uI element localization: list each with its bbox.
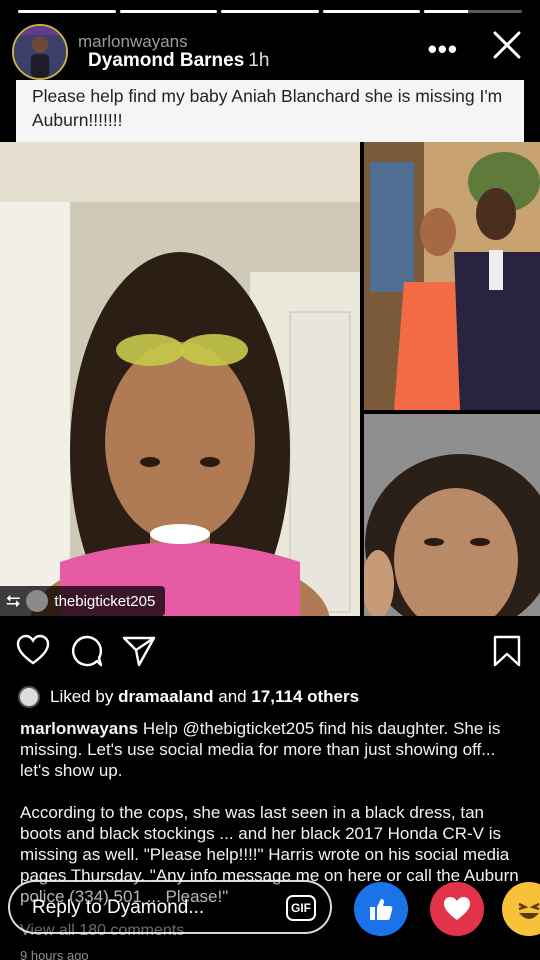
avatar-image: [14, 26, 66, 78]
close-icon[interactable]: [490, 28, 524, 62]
progress-fill: [18, 10, 116, 13]
selfie-photo: [364, 414, 540, 616]
gif-button[interactable]: GIF: [286, 895, 316, 921]
card-text: Please help find my baby Aniah Blanchard…: [32, 86, 503, 130]
progress-segment: [18, 10, 116, 13]
progress-segment: [322, 10, 421, 13]
progress-segment: [119, 10, 218, 13]
reply-placeholder: Reply to Dyamond...: [32, 897, 205, 918]
reply-input[interactable]: Reply to Dyamond... GIF: [8, 880, 332, 934]
portrait-image: [0, 142, 360, 616]
story-header: marlonwayans Dyamond Barnes 1h •••: [12, 24, 528, 80]
post-caption: marlonwayans Help @thebigticket205 find …: [20, 718, 526, 907]
heart-icon[interactable]: [16, 634, 50, 668]
love-reaction-button[interactable]: [430, 882, 484, 936]
heart-reaction-icon: [444, 897, 470, 920]
selfie-image: [364, 414, 540, 616]
comment-icon[interactable]: [70, 634, 104, 668]
progress-segment: [221, 10, 319, 13]
post-text-card: Please help find my baby Aniah Blanchard…: [16, 80, 524, 142]
progress-fill: [322, 10, 421, 13]
thumbs-up-icon: [370, 899, 393, 920]
post-time: 9 hours ago: [20, 948, 89, 960]
story-owner[interactable]: Dyamond Barnes 1h: [88, 50, 269, 72]
owner-name: Dyamond Barnes: [88, 50, 245, 71]
caption-username[interactable]: marlonwayans: [20, 719, 138, 738]
progress-segment: [424, 10, 522, 13]
repost-username: thebigticket205: [54, 592, 156, 610]
couple-image: [364, 142, 540, 410]
post-actions: [0, 634, 540, 670]
progress-fill: [119, 10, 218, 13]
story-time: 1h: [248, 50, 270, 71]
likes-and: and: [218, 687, 247, 706]
bookmark-icon[interactable]: [490, 634, 524, 668]
reposted-username: marlonwayans: [78, 32, 188, 51]
repost-avatar: [26, 590, 49, 612]
liker-username[interactable]: dramaaland: [118, 687, 213, 707]
caption-first: marlonwayans Help @thebigticket205 find …: [20, 718, 526, 781]
more-options-button[interactable]: •••: [428, 34, 458, 65]
repost-tag[interactable]: ⮀ thebigticket205: [0, 586, 166, 616]
likes-row[interactable]: Liked by dramaaland and 17,114 others: [18, 684, 530, 710]
likes-count[interactable]: 17,114 others: [251, 687, 359, 707]
like-reaction-button[interactable]: [354, 882, 408, 936]
laughing-face-icon: [518, 902, 540, 919]
story-progress: [18, 10, 522, 13]
progress-fill: [221, 10, 319, 13]
avatar[interactable]: [12, 24, 68, 80]
paper-plane-icon[interactable]: [122, 634, 156, 668]
couple-photo: [364, 142, 540, 410]
repost-icon: ⮀: [6, 590, 21, 611]
likes-prefix: Liked by: [50, 687, 114, 706]
liker-avatar: [18, 686, 40, 708]
progress-fill: [424, 10, 469, 13]
main-photo: [0, 142, 360, 616]
